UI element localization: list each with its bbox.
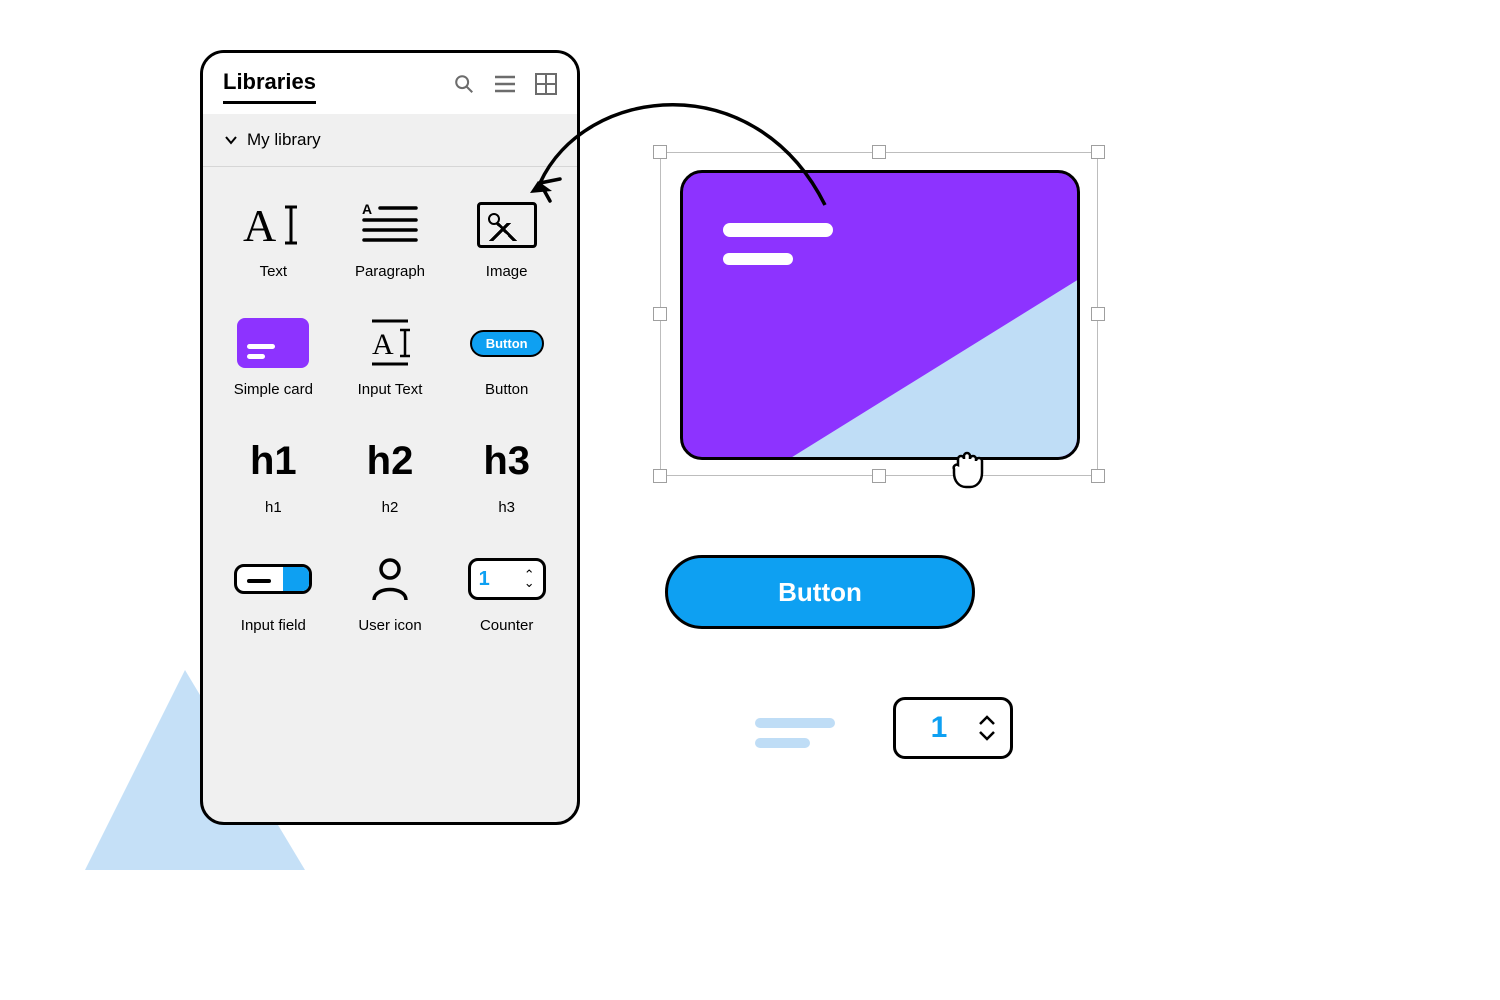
component-label: Input Text [358,381,423,399]
placeholder-lines [755,718,835,748]
component-input-text[interactable]: A Input Text [332,315,449,399]
svg-text:A: A [372,328,394,361]
component-label: Input field [241,617,306,635]
card-text-line [723,253,793,265]
component-input-field[interactable]: Input field [215,551,332,635]
selection-handle-sw[interactable] [653,469,667,483]
counter-value: 1 [910,711,968,745]
counter-icon: 1⌃⌄ [468,551,546,607]
component-h3[interactable]: h3 h3 [448,433,565,517]
list-view-icon[interactable] [493,73,517,100]
component-label: Paragraph [355,263,425,281]
component-image[interactable]: Image [448,197,565,281]
libraries-panel: Libraries My library A Text A Paragr [200,50,580,825]
grid-view-icon[interactable] [535,73,557,100]
selection-handle-se[interactable] [1091,469,1105,483]
card-text-line [723,223,833,237]
button-pill-icon: Button [470,315,544,371]
selection-handle-ne[interactable] [1091,145,1105,159]
image-icon [477,197,537,253]
selection-handle-w[interactable] [653,307,667,321]
component-label: Simple card [234,381,313,399]
grab-cursor-icon [950,445,990,494]
component-counter[interactable]: 1⌃⌄ Counter [448,551,565,635]
selection-handle-n[interactable] [872,145,886,159]
component-simple-card[interactable]: Simple card [215,315,332,399]
component-paragraph[interactable]: A Paragraph [332,197,449,281]
section-label: My library [247,130,321,150]
component-label: Counter [480,617,533,635]
input-text-icon: A [362,315,418,371]
component-h1[interactable]: h1 h1 [215,433,332,517]
component-label: Text [260,263,288,281]
h3-icon: h3 [483,433,530,489]
user-icon [370,551,410,607]
chevron-down-icon [225,132,237,148]
canvas-simple-card[interactable] [680,170,1080,460]
button-label: Button [778,577,862,608]
component-grid: A Text A Paragraph Image Simple card A I… [203,167,577,665]
paragraph-icon: A [362,197,418,253]
component-label: Button [485,381,528,399]
selection-handle-nw[interactable] [653,145,667,159]
section-my-library[interactable]: My library [203,114,577,167]
input-field-icon [234,551,312,607]
simple-card-icon [237,315,309,371]
h1-icon: h1 [250,433,297,489]
svg-text:A: A [362,202,372,217]
component-label: h3 [498,499,515,517]
h2-icon: h2 [367,433,414,489]
panel-header: Libraries [203,53,577,114]
component-text[interactable]: A Text [215,197,332,281]
component-label: Image [486,263,528,281]
panel-title[interactable]: Libraries [223,69,316,104]
component-user-icon[interactable]: User icon [332,551,449,635]
component-button[interactable]: Button Button [448,315,565,399]
text-icon: A [241,197,305,253]
selection-handle-e[interactable] [1091,307,1105,321]
card-triangle-accent [789,279,1079,459]
canvas-counter[interactable]: 1 [893,697,1013,759]
component-label: User icon [358,617,421,635]
search-icon[interactable] [453,73,475,100]
canvas-button[interactable]: Button [665,555,975,629]
chevron-down-icon[interactable] [978,729,996,741]
component-label: h1 [265,499,282,517]
chevron-up-icon[interactable] [978,715,996,727]
svg-text:A: A [243,201,276,249]
counter-stepper[interactable] [978,715,996,741]
component-label: h2 [382,499,399,517]
selection-handle-s[interactable] [872,469,886,483]
component-h2[interactable]: h2 h2 [332,433,449,517]
